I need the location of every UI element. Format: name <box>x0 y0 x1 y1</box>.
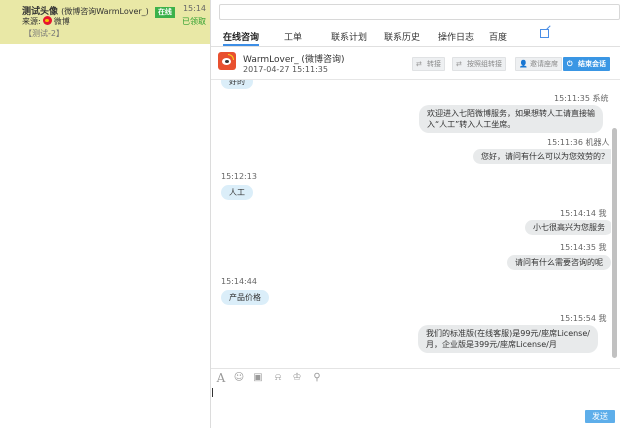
tab-contact-history[interactable]: 联系历史 <box>384 30 420 43</box>
end-session-button[interactable]: ⏻ 结束会话 <box>563 57 610 71</box>
workspace: 在线咨询 工单 联系计划 联系历史 操作日志 百度 WarmLover_ (微博… <box>211 0 620 428</box>
tab-ticket[interactable]: 工单 <box>284 30 302 43</box>
chat-scrollbar[interactable] <box>612 82 618 364</box>
send-button[interactable]: 发送 <box>585 410 615 423</box>
session-time: 15:14 <box>182 4 206 13</box>
claimed-status: 已领取 <box>182 17 206 26</box>
user-icon: 👤 <box>519 60 528 68</box>
weibo-avatar-icon <box>218 52 236 70</box>
visitor-header: WarmLover_ (微博咨询) 2017-04-27 15:11:35 ⇄ 转… <box>211 47 620 80</box>
tab-operation-log[interactable]: 操作日志 <box>438 30 474 43</box>
source-name: 微博 <box>53 17 70 26</box>
input-toolbar: A ☺ ▣ ⍾ ♔ ⚲ <box>211 368 620 387</box>
visitor-time: 2017-04-27 15:11:35 <box>243 65 328 74</box>
message-meta: 15:11:35 系统 <box>554 94 609 103</box>
visitor-name: WarmLover_ (微博咨询) <box>243 55 345 65</box>
text-caret <box>212 388 213 397</box>
message-bubble-visitor: 好的 <box>221 80 253 89</box>
message-meta: 15:14:35 我 <box>560 243 607 252</box>
app-window: 测试头像 (微博咨询WarmLover_) 在线 15:14 来源: 微博 已领取… <box>0 0 620 428</box>
session-list: 测试头像 (微博咨询WarmLover_) 在线 15:14 来源: 微博 已领取… <box>0 0 211 428</box>
message-input[interactable] <box>211 386 620 410</box>
message-bubble-system: 欢迎进入七陌微博服务，如果想转人工请直接输 入“人工”转入人工坐席。 <box>419 105 603 133</box>
transfer-group-icon: ⇄ <box>456 60 462 68</box>
message-bubble-agent: 请问有什么需要咨询的呢 <box>507 255 611 270</box>
transfer-group-button[interactable]: ⇄ 按照组转接 <box>452 57 506 71</box>
transfer-icon: ⇄ <box>416 60 422 68</box>
tab-bar: 在线咨询 工单 联系计划 联系历史 操作日志 百度 <box>211 26 620 47</box>
top-search-input[interactable] <box>219 4 620 20</box>
emoji-icon[interactable]: ☺ <box>233 372 245 384</box>
message-bubble-visitor: 人工 <box>221 185 253 200</box>
message-bubble-robot: 您好，请问有什么可以为您效劳的？ <box>473 149 611 164</box>
source-label: 来源: <box>22 17 41 26</box>
scrollbar-thumb[interactable] <box>612 128 617 358</box>
message-meta: 15:14:14 我 <box>560 209 607 218</box>
tab-baidu[interactable]: 百度 <box>489 30 507 43</box>
image-icon[interactable]: ▣ <box>252 372 264 384</box>
message-meta: 15:11:36 机器人 <box>547 138 610 147</box>
user-search-icon[interactable]: ⚲ <box>311 372 323 384</box>
online-badge: 在线 <box>154 7 175 18</box>
bell-icon[interactable]: ⍾ <box>272 372 284 384</box>
message-bubble-agent: 小七很高兴为您服务 <box>525 220 611 235</box>
chat-area: 好的 15:11:35 系统 欢迎进入七陌微博服务，如果想转人工请直接输 入“人… <box>211 80 611 368</box>
session-tag: 【测试-2】 <box>24 29 64 38</box>
session-source: 来源: 微博 <box>22 16 70 27</box>
transfer-button[interactable]: ⇄ 转接 <box>412 57 445 71</box>
message-time: 15:14:44 <box>221 277 257 286</box>
bot-icon[interactable]: ♔ <box>291 372 303 384</box>
session-item[interactable]: 测试头像 (微博咨询WarmLover_) 在线 15:14 来源: 微博 已领取… <box>0 0 210 44</box>
message-bubble-agent: 我们的标准版(在线客服)是99元/座席License/ 月，企业版是399元/座… <box>418 325 598 353</box>
tab-contact-plan[interactable]: 联系计划 <box>331 30 367 43</box>
external-link-icon[interactable] <box>540 29 549 38</box>
message-time: 15:12:13 <box>221 172 257 181</box>
invite-agent-button[interactable]: 👤 邀请座席 <box>515 57 562 71</box>
font-icon[interactable]: A <box>215 372 227 384</box>
message-bubble-visitor: 产品价格 <box>221 290 269 305</box>
weibo-icon <box>42 16 52 25</box>
session-nickname: (微博咨询WarmLover_) <box>61 7 149 16</box>
power-icon: ⏻ <box>567 60 573 68</box>
tab-online-consult[interactable]: 在线咨询 <box>223 30 260 46</box>
message-meta: 15:15:54 我 <box>560 314 607 323</box>
